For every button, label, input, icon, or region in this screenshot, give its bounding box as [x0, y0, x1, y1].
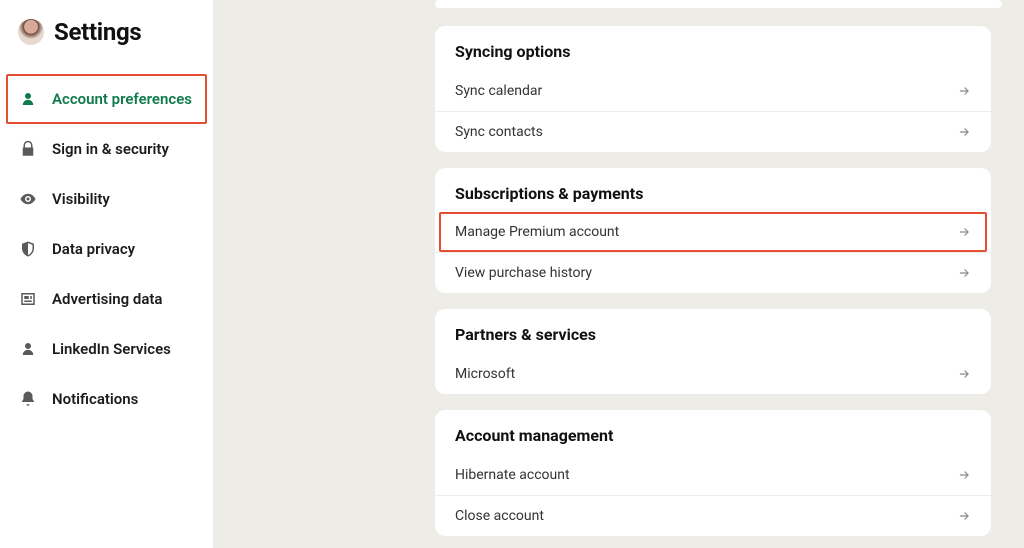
arrow-right-icon	[957, 125, 971, 139]
card-account-management: Account management Hibernate account Clo…	[435, 410, 991, 536]
card-subscriptions-payments: Subscriptions & payments Manage Premium …	[435, 168, 991, 293]
page-title: Settings	[54, 18, 141, 46]
row-hibernate-account[interactable]: Hibernate account	[435, 455, 991, 495]
main-content: Syncing options Sync calendar Sync conta…	[213, 0, 1024, 548]
sidebar-item-notifications[interactable]: Notifications	[0, 374, 213, 424]
row-label: Sync calendar	[455, 83, 542, 99]
card-title: Syncing options	[435, 26, 991, 71]
arrow-right-icon	[957, 84, 971, 98]
avatar[interactable]	[18, 19, 44, 45]
eye-icon	[18, 189, 38, 209]
arrow-right-icon	[957, 509, 971, 523]
sidebar-item-sign-in-security[interactable]: Sign in & security	[0, 124, 213, 174]
sidebar-item-account-preferences[interactable]: Account preferences	[6, 74, 207, 124]
sidebar-item-visibility[interactable]: Visibility	[0, 174, 213, 224]
row-label: Manage Premium account	[455, 224, 619, 240]
sidebar-header: Settings	[0, 18, 213, 74]
sidebar-item-label: Visibility	[52, 190, 110, 208]
sidebar: Settings Account preferences Sign in & s…	[0, 0, 213, 548]
arrow-right-icon	[957, 225, 971, 239]
arrow-right-icon	[957, 468, 971, 482]
card-title: Account management	[435, 410, 991, 455]
sidebar-item-label: Sign in & security	[52, 140, 169, 158]
card-stub	[435, 0, 1002, 8]
card-title: Subscriptions & payments	[435, 168, 991, 213]
person-icon	[18, 339, 38, 359]
sidebar-item-advertising-data[interactable]: Advertising data	[0, 274, 213, 324]
row-label: Sync contacts	[455, 124, 543, 140]
row-sync-calendar[interactable]: Sync calendar	[435, 71, 991, 111]
sidebar-item-label: Account preferences	[52, 90, 192, 108]
row-microsoft[interactable]: Microsoft	[435, 354, 991, 394]
person-badge-icon	[18, 89, 38, 109]
newspaper-icon	[18, 289, 38, 309]
sidebar-item-label: LinkedIn Services	[52, 340, 171, 358]
sidebar-item-label: Notifications	[52, 390, 138, 408]
card-partners-services: Partners & services Microsoft	[435, 309, 991, 394]
shield-icon	[18, 239, 38, 259]
row-label: Hibernate account	[455, 467, 570, 483]
lock-icon	[18, 139, 38, 159]
card-syncing-options: Syncing options Sync calendar Sync conta…	[435, 26, 991, 152]
row-label: View purchase history	[455, 265, 592, 281]
row-label: Close account	[455, 508, 544, 524]
card-title: Partners & services	[435, 309, 991, 354]
row-sync-contacts[interactable]: Sync contacts	[435, 111, 991, 152]
sidebar-item-data-privacy[interactable]: Data privacy	[0, 224, 213, 274]
sidebar-item-linkedin-services[interactable]: LinkedIn Services	[0, 324, 213, 374]
row-label: Microsoft	[455, 366, 515, 382]
bell-icon	[18, 389, 38, 409]
arrow-right-icon	[957, 266, 971, 280]
arrow-right-icon	[957, 367, 971, 381]
sidebar-item-label: Advertising data	[52, 290, 163, 308]
row-manage-premium-account[interactable]: Manage Premium account	[439, 212, 987, 252]
sidebar-item-label: Data privacy	[52, 240, 135, 258]
row-view-purchase-history[interactable]: View purchase history	[435, 252, 991, 293]
row-close-account[interactable]: Close account	[435, 495, 991, 536]
